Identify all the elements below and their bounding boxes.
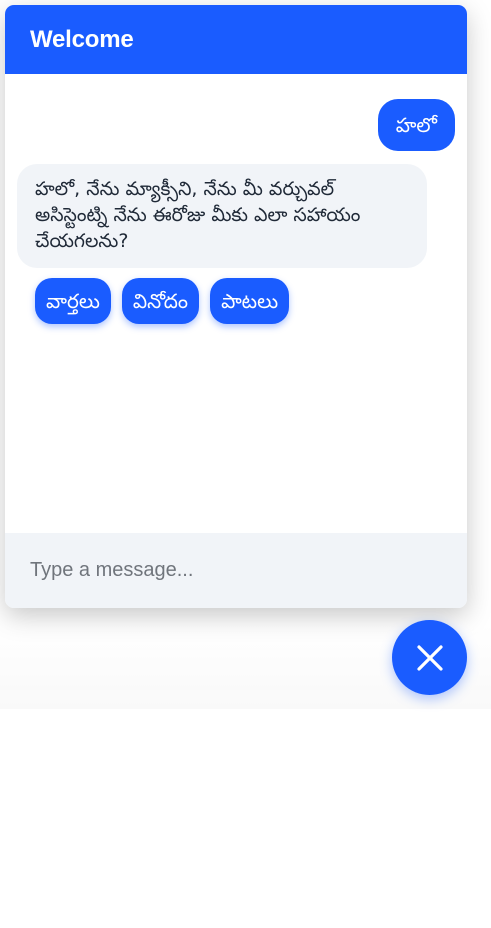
quick-reply-news[interactable]: వార్తలు [35,278,111,324]
message-list: హలో హలో, నేను మ్యాక్సీని, నేను మీ వర్చువ… [5,74,467,533]
page-background: Welcome హలో హలో, నేను మ్యాక్సీని, నేను మ… [0,0,491,709]
chat-header: Welcome [5,5,467,74]
chat-window: Welcome హలో హలో, నేను మ్యాక్సీని, నేను మ… [5,5,467,608]
message-input-bar [5,533,467,608]
close-chat-button[interactable] [392,620,467,695]
message-input[interactable] [30,553,440,587]
bot-message: హలో, నేను మ్యాక్సీని, నేను మీ వర్చువల్ అ… [17,164,427,268]
close-icon [416,644,443,671]
user-message: హలో [377,99,455,151]
quick-reply-songs[interactable]: పాటలు [210,278,290,324]
quick-reply-entertainment[interactable]: వినోదం [121,278,200,324]
quick-replies: వార్తలు వినోదం పాటలు [35,278,290,324]
chat-title: Welcome [30,26,134,53]
